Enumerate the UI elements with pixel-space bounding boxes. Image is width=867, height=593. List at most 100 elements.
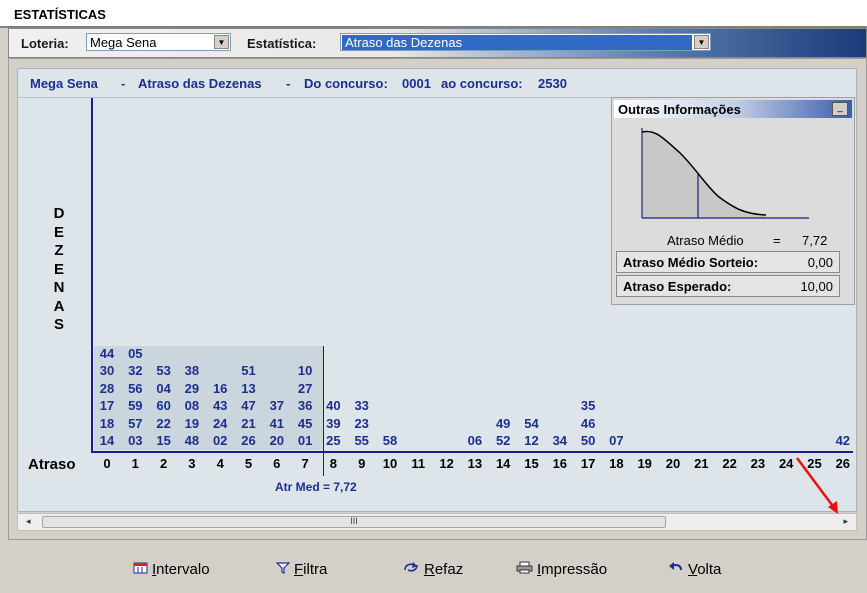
volta-button[interactable]: Volta <box>668 561 721 578</box>
x-tick-label: 8 <box>329 456 337 471</box>
scrollbar-thumb[interactable]: III <box>42 516 666 528</box>
estatistica-label: Estatística: <box>247 36 317 51</box>
minimize-button[interactable]: _ <box>832 102 848 116</box>
dezena-cell: 01 <box>297 433 313 448</box>
x-axis-label: Atraso <box>28 456 76 473</box>
dezena-cell: 30 <box>99 363 115 379</box>
dezena-cell: 14 <box>99 433 115 448</box>
esperado-label: Atraso Esperado: <box>623 279 732 294</box>
x-tick-label: 3 <box>188 456 196 471</box>
redo-icon <box>402 561 420 577</box>
x-tick-label: 16 <box>552 456 568 471</box>
impressao-label: mpressão <box>541 561 608 578</box>
filtra-button[interactable]: Filtra <box>275 561 328 578</box>
dezena-cell: 22 <box>156 415 171 431</box>
dezena-cell: 26 <box>241 433 256 448</box>
printer-icon <box>516 561 533 577</box>
intervalo-button[interactable]: Intervalo <box>133 561 210 578</box>
dezena-cell: 23 <box>354 415 369 431</box>
x-tick-label: 5 <box>244 456 253 471</box>
filtra-accel: F <box>294 561 304 578</box>
chart-header: Mega Sena - Atraso das Dezenas - Do conc… <box>18 69 856 98</box>
horizontal-scrollbar[interactable]: ◂ III ▸ <box>17 513 857 531</box>
header-from-value: 0001 <box>402 76 431 91</box>
x-axis-line <box>91 451 853 453</box>
x-tick-label: 21 <box>694 456 709 471</box>
intervalo-label: ntervalo <box>156 561 210 578</box>
refaz-button[interactable]: Refaz <box>402 561 463 578</box>
dezena-cell: 50 <box>580 433 596 448</box>
dezena-cell: 12 <box>524 433 539 448</box>
dezena-cell: 17 <box>99 398 115 414</box>
x-tick-label: 17 <box>580 456 596 471</box>
mean-label: Atr Med = 7,72 <box>275 480 357 494</box>
dezena-cell: 34 <box>552 433 568 448</box>
dezena-cell: 33 <box>354 398 369 414</box>
dezena-cell: 19 <box>184 415 200 431</box>
dezena-cell: 54 <box>524 415 539 431</box>
sorteio-label: Atraso Médio Sorteio: <box>623 255 759 270</box>
dezena-cell: 06 <box>467 433 483 448</box>
refaz-label: efaz <box>434 561 464 578</box>
y-axis-label-letter: D <box>53 205 65 222</box>
estatistica-select[interactable]: Atraso das Dezenas ▼ <box>340 33 711 51</box>
dezena-cell: 32 <box>128 363 143 379</box>
dezena-cell: 52 <box>495 433 511 448</box>
x-tick-label: 11 <box>411 456 426 471</box>
atraso-medio-value: 7,72 <box>802 233 828 248</box>
dezena-cell: 25 <box>326 433 341 448</box>
dezena-cell: 36 <box>297 398 313 414</box>
dezena-cell: 02 <box>212 433 228 448</box>
decay-curve-chart <box>641 128 809 219</box>
dezena-cell: 49 <box>495 415 511 431</box>
dezena-cell: 20 <box>269 433 285 448</box>
esperado-value: 10,00 <box>800 279 833 294</box>
x-tick-label: 6 <box>273 456 281 471</box>
y-axis-label-letter: E <box>53 260 64 278</box>
dezena-cell: 40 <box>326 398 341 414</box>
x-tick-label: 13 <box>467 456 483 471</box>
dezena-cell: 39 <box>326 415 341 431</box>
dezena-cell: 29 <box>184 380 200 396</box>
x-tick-label: 1 <box>131 456 139 471</box>
filtra-label: iltra <box>303 561 328 578</box>
loteria-select[interactable]: Mega Sena ▼ <box>86 33 231 51</box>
dezena-cell: 24 <box>212 415 228 431</box>
y-axis-label: DEZENAS <box>52 205 66 335</box>
y-axis-line <box>91 98 93 452</box>
funnel-icon <box>275 561 291 577</box>
x-tick-label: 15 <box>524 456 539 471</box>
filter-toolbar: Loteria: Mega Sena ▼ Estatística: Atraso… <box>8 28 867 58</box>
x-tick-label: 2 <box>159 456 168 471</box>
scroll-right-arrow-icon[interactable]: ▸ <box>843 516 848 527</box>
loteria-select-value: Mega Sena <box>90 35 157 50</box>
dezena-cell: 05 <box>128 346 143 361</box>
y-axis-label-letter: N <box>53 279 65 296</box>
dezena-cell: 37 <box>269 398 285 414</box>
dezena-cell: 07 <box>609 433 624 448</box>
y-axis-label-letter: Z <box>54 242 64 259</box>
outras-informacoes-panel: Outras Informações _ Atraso Médio = 7,72… <box>611 97 855 305</box>
dezena-cell: 43 <box>212 398 228 414</box>
back-arrow-icon <box>668 561 684 577</box>
dezena-cell: 46 <box>580 415 596 431</box>
x-tick-label: 9 <box>358 456 366 471</box>
chart-area: Mega Sena - Atraso das Dezenas - Do conc… <box>17 68 857 512</box>
dezena-cell: 15 <box>156 433 171 448</box>
dezena-cell: 08 <box>184 398 200 414</box>
chevron-down-icon[interactable]: ▼ <box>694 35 709 49</box>
red-annotation-arrow <box>795 457 838 514</box>
chevron-down-icon[interactable]: ▼ <box>214 35 229 49</box>
x-tick-label: 19 <box>637 456 652 471</box>
scroll-left-arrow-icon[interactable]: ◂ <box>26 516 31 527</box>
dezena-cell: 04 <box>156 380 171 396</box>
header-stat: Atraso das Dezenas <box>138 76 262 91</box>
header-to-label: ao concurso: <box>441 76 523 91</box>
header-lottery: Mega Sena <box>30 76 98 91</box>
impressao-button[interactable]: Impressão <box>516 561 607 578</box>
dezena-cell: 58 <box>382 433 398 448</box>
dezena-cell: 03 <box>128 433 143 448</box>
refaz-accel: R <box>424 561 435 578</box>
dezena-cell: 21 <box>241 415 256 431</box>
curve-shaded-area <box>642 131 766 218</box>
